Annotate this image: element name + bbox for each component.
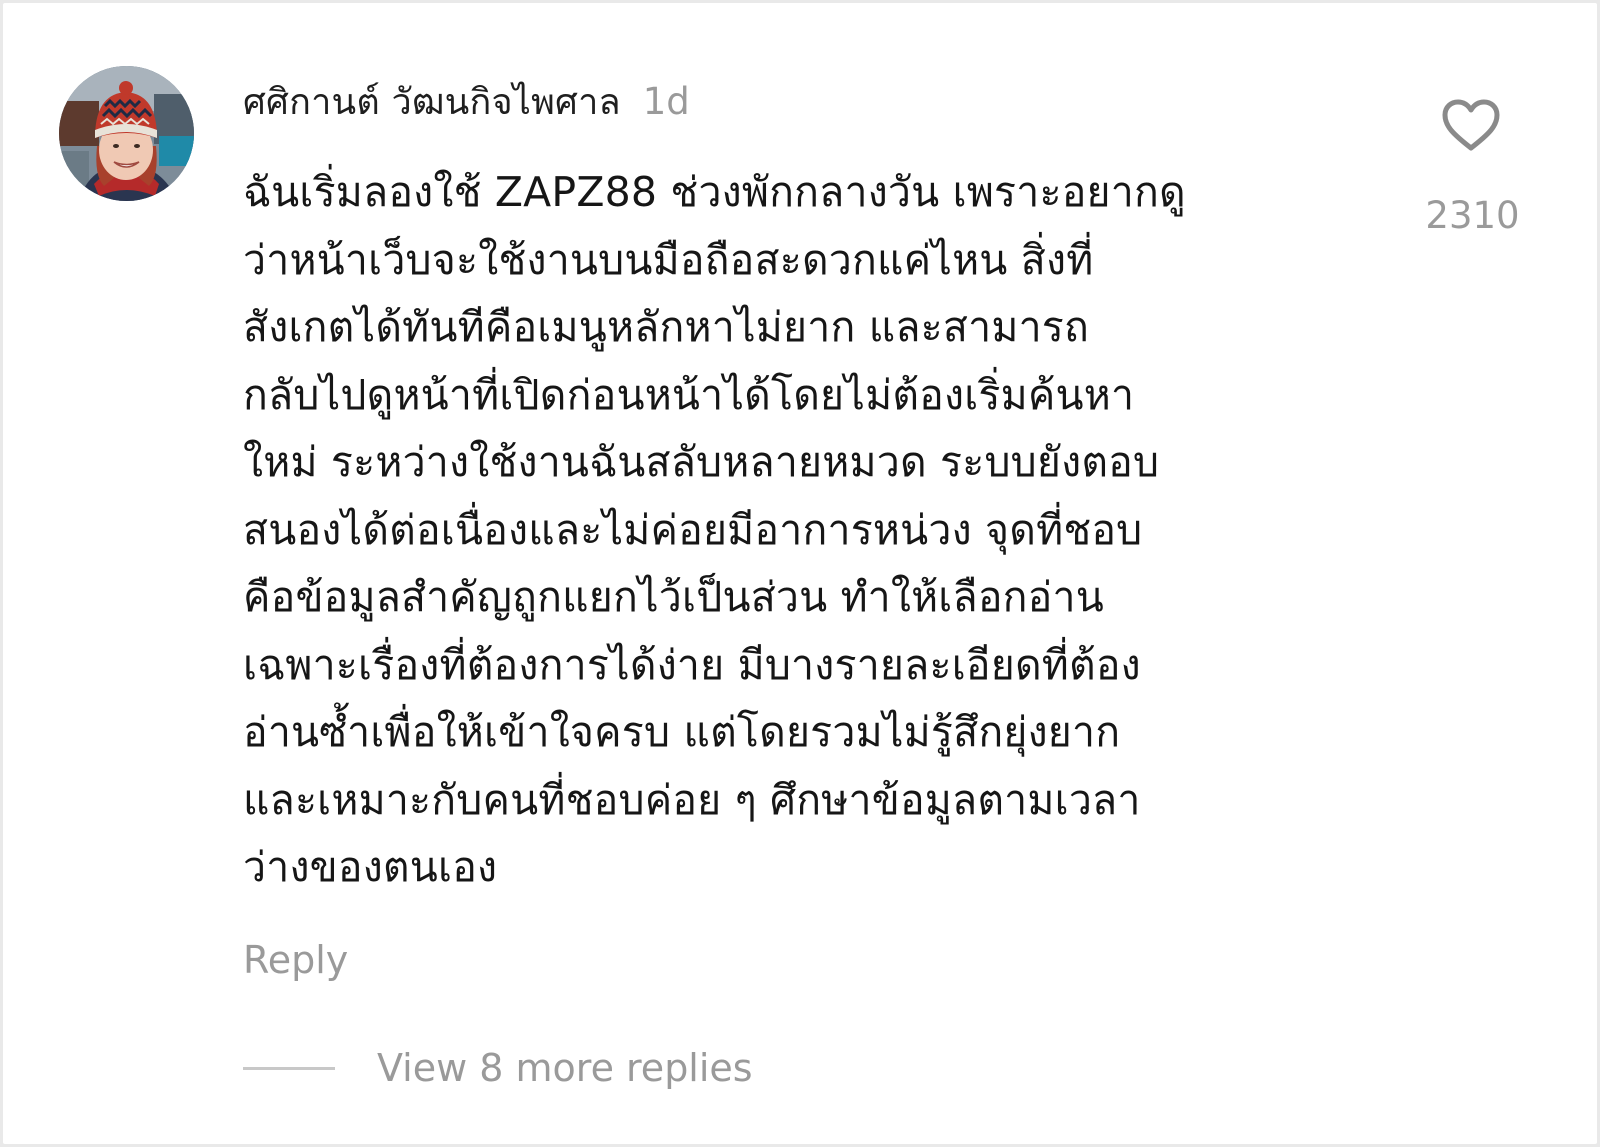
- avatar-image: [59, 66, 194, 201]
- comment-card: ศศิกานต์ วัฒนกิจไพศาล 1d ฉันเริ่มลองใช้ …: [3, 3, 1597, 1144]
- reply-button[interactable]: Reply: [243, 938, 348, 982]
- view-more-replies-label: View 8 more replies: [377, 1046, 753, 1090]
- comment-header: ศศิกานต์ วัฒนกิจไพศาล 1d: [243, 73, 690, 129]
- heart-icon[interactable]: [1441, 98, 1501, 154]
- avatar[interactable]: [59, 66, 194, 201]
- like-count: 2310: [1425, 194, 1520, 237]
- timestamp: 1d: [642, 79, 690, 123]
- replies-divider-line: [243, 1066, 335, 1070]
- comment-text: ฉันเริ่มลองใช้ ZAPZ88 ช่วงพักกลางวัน เพร…: [243, 168, 1186, 891]
- view-more-replies-button[interactable]: View 8 more replies: [243, 1041, 753, 1095]
- like-section: 2310: [1413, 98, 1528, 237]
- username[interactable]: ศศิกานต์ วัฒนกิจไพศาล: [243, 73, 621, 130]
